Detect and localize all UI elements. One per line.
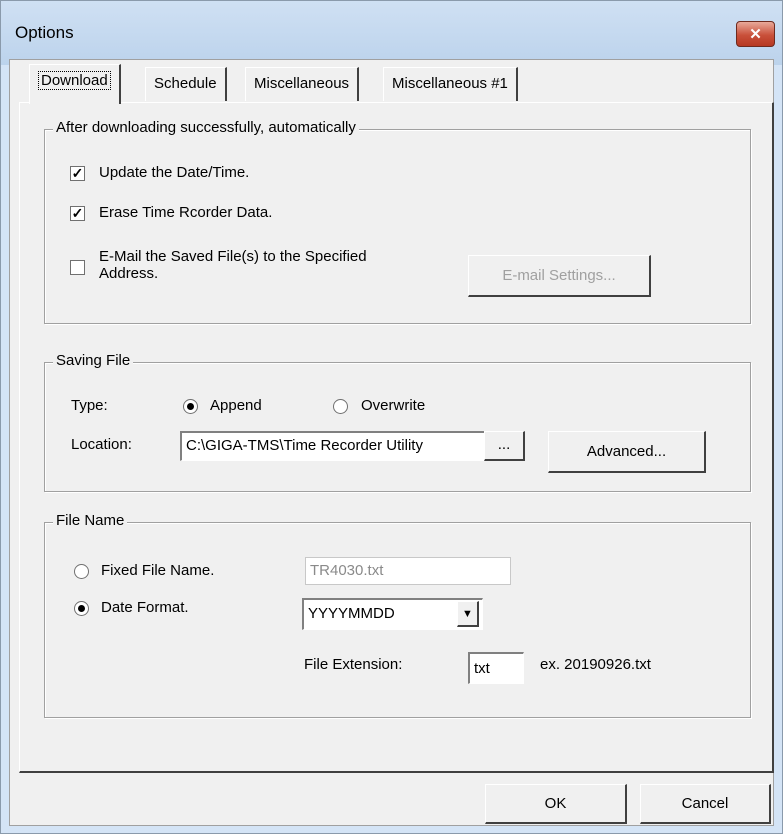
tab-miscellaneous[interactable]: Miscellaneous xyxy=(245,67,360,101)
erase-data-checkbox[interactable]: ✓ xyxy=(70,206,85,221)
update-datetime-checkbox[interactable]: ✓ xyxy=(70,166,85,181)
location-label: Location: xyxy=(71,436,132,453)
date-format-label: Date Format. xyxy=(101,599,189,616)
append-radio[interactable] xyxy=(183,399,198,414)
cancel-button[interactable]: Cancel xyxy=(640,784,771,824)
location-input[interactable]: C:\GIGA-TMS\Time Recorder Utility xyxy=(180,431,485,461)
date-format-value: YYYYMMDD xyxy=(308,605,395,622)
title-bar[interactable]: Options ✕ xyxy=(1,1,782,65)
file-extension-input[interactable]: txt xyxy=(468,652,524,684)
after-download-group-label: After downloading successfully, automati… xyxy=(53,119,359,136)
tab-miscellaneous-1-label: Miscellaneous #1 xyxy=(392,75,508,92)
type-label: Type: xyxy=(71,397,108,414)
email-files-label: E-Mail the Saved File(s) to the Specifie… xyxy=(99,248,367,282)
date-format-radio[interactable] xyxy=(74,601,89,616)
extension-example: ex. 20190926.txt xyxy=(540,656,651,673)
ok-button[interactable]: OK xyxy=(485,784,627,824)
fixed-file-name-label: Fixed File Name. xyxy=(101,562,215,579)
file-name-group-label: File Name xyxy=(53,512,128,529)
close-button[interactable]: ✕ xyxy=(736,21,775,47)
chevron-down-icon[interactable]: ▼ xyxy=(457,601,479,627)
fixed-file-name-input[interactable]: TR4030.txt xyxy=(305,557,511,585)
saving-file-group-label: Saving File xyxy=(53,352,134,369)
tab-miscellaneous-1[interactable]: Miscellaneous #1 xyxy=(383,67,518,101)
update-datetime-label: Update the Date/Time. xyxy=(99,164,250,181)
overwrite-radio[interactable] xyxy=(333,399,348,414)
email-files-label-line2: Address. xyxy=(99,265,159,282)
tab-download-label: Download xyxy=(38,71,111,90)
close-icon: ✕ xyxy=(749,26,762,43)
advanced-button[interactable]: Advanced... xyxy=(548,431,706,473)
erase-data-label: Erase Time Rcorder Data. xyxy=(99,204,273,221)
date-format-select[interactable]: YYYYMMDD xyxy=(302,598,483,630)
fixed-file-name-radio[interactable] xyxy=(74,564,89,579)
browse-button[interactable]: ... xyxy=(484,431,525,461)
tab-miscellaneous-label: Miscellaneous xyxy=(254,75,350,92)
email-settings-button[interactable]: E-mail Settings... xyxy=(468,255,651,297)
file-extension-label: File Extension: xyxy=(304,656,403,673)
tab-schedule[interactable]: Schedule xyxy=(145,67,227,101)
email-files-label-line1: E-Mail the Saved File(s) to the Specifie… xyxy=(99,248,367,265)
window-title: Options xyxy=(15,23,74,42)
tab-schedule-label: Schedule xyxy=(154,75,217,92)
overwrite-label: Overwrite xyxy=(361,397,426,414)
tab-download[interactable]: Download xyxy=(29,64,121,104)
append-label: Append xyxy=(210,397,262,414)
email-files-checkbox[interactable] xyxy=(70,260,85,275)
